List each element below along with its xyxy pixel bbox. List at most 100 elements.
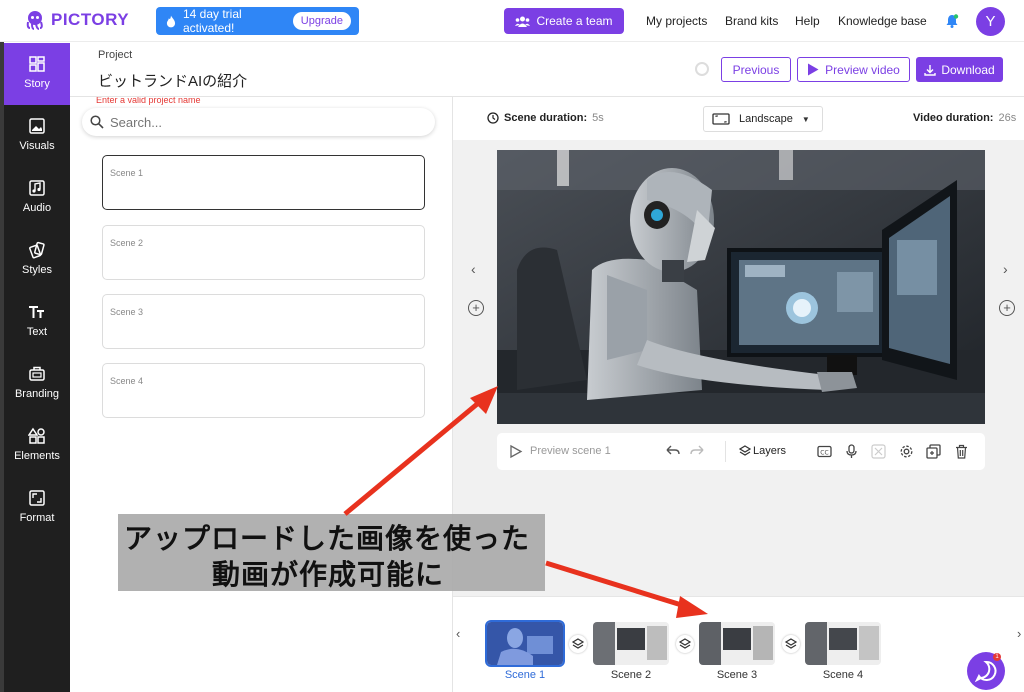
trial-banner: 14 day trial activated! Upgrade (156, 7, 359, 35)
scene-card-2[interactable]: Scene 2 (102, 225, 425, 280)
text-icon (29, 306, 44, 318)
preview-video-button[interactable]: Preview video (797, 57, 910, 82)
timeline-layers-icon[interactable] (569, 635, 587, 653)
sidebar-item-visuals[interactable]: Visuals (4, 105, 70, 167)
sidebar-item-audio[interactable]: Audio (4, 167, 70, 229)
timeline-label-4: Scene 4 (822, 669, 864, 681)
timeline-thumb-1[interactable] (485, 620, 565, 667)
timeline-label-3: Scene 3 (716, 669, 758, 681)
settings-gear-icon[interactable] (899, 444, 914, 459)
timeline-label-2: Scene 2 (610, 669, 652, 681)
thumbnail-image (593, 622, 669, 665)
sidebar-label-format: Format (19, 512, 55, 524)
sidebar-item-story[interactable]: Story (4, 43, 70, 105)
sidebar-label-branding: Branding (14, 388, 60, 400)
timeline-layers-icon[interactable] (782, 635, 800, 653)
timeline-label-1: Scene 1 (504, 669, 546, 681)
previous-button[interactable]: Previous (721, 57, 791, 82)
music-note-icon (29, 180, 45, 196)
sidebar-item-text[interactable]: Text (4, 291, 70, 353)
project-label: Project (98, 49, 133, 61)
nav-knowledge-base[interactable]: Knowledge base (838, 14, 927, 28)
play-outline-icon[interactable] (508, 444, 523, 459)
aspect-ratio-icon (29, 490, 45, 506)
scene-duration: Scene duration: 5s (487, 112, 604, 124)
scene-card-4[interactable]: Scene 4 (102, 363, 425, 418)
scene-card-label: Scene 4 (110, 376, 144, 386)
sidebar-label-story: Story (24, 78, 50, 90)
story-icon (29, 56, 45, 72)
timeline-thumb-3[interactable] (699, 622, 775, 665)
scene-preview-image[interactable] (497, 150, 985, 424)
thumbnail-image (699, 622, 775, 665)
chevron-right-icon[interactable]: › (1003, 261, 1008, 277)
video-duration: Video duration: 26s (913, 112, 1016, 124)
sidebar-label-styles: Styles (22, 264, 52, 276)
search-input[interactable] (110, 114, 360, 130)
chevron-left-icon[interactable]: ‹ (471, 261, 476, 277)
scene-card-1[interactable]: Scene 1 (102, 155, 425, 210)
thumbnail-image (805, 622, 881, 665)
timeline-right-icon[interactable]: › (1017, 626, 1021, 641)
create-team-button[interactable]: Create a team (504, 8, 624, 34)
sidebar-label-visuals: Visuals (19, 140, 55, 152)
team-icon (515, 16, 531, 27)
sidebar-label-elements: Elements (14, 450, 60, 462)
user-avatar[interactable]: Y (976, 7, 1005, 36)
scene-card-label: Scene 2 (110, 238, 144, 248)
orientation-dropdown[interactable]: Landscape ▼ (703, 106, 823, 132)
scene-duration-value: 5s (592, 112, 604, 124)
timeline-thumb-4[interactable] (805, 622, 881, 665)
nav-my-projects[interactable]: My projects (646, 14, 707, 28)
microphone-icon[interactable] (844, 444, 859, 459)
nav-brand-kits[interactable]: Brand kits (725, 14, 778, 28)
undo-icon[interactable] (665, 444, 680, 459)
upgrade-button[interactable]: Upgrade (292, 12, 351, 30)
notification-bell-icon[interactable] (944, 13, 960, 29)
timeline-left-icon[interactable]: ‹ (456, 626, 460, 641)
trash-icon[interactable] (954, 444, 969, 459)
header-divider (70, 96, 1024, 97)
add-scene-after-icon[interactable]: + (999, 300, 1015, 316)
duplicate-icon[interactable] (926, 444, 941, 459)
video-duration-value: 26s (998, 112, 1017, 124)
trial-text: 14 day trial activated! (182, 7, 242, 35)
video-duration-label: Video duration: (913, 112, 994, 124)
play-icon (808, 63, 819, 76)
sidebar-item-elements[interactable]: Elements (4, 415, 70, 477)
shapes-icon (28, 427, 45, 444)
sidebar-item-branding[interactable]: Branding (4, 353, 70, 415)
add-scene-before-icon[interactable]: + (468, 300, 484, 316)
orientation-value: Landscape (739, 113, 793, 125)
redo-icon[interactable] (690, 444, 705, 459)
timeline-layers-icon[interactable] (676, 635, 694, 653)
layers-icon (739, 445, 751, 456)
timeline-thumb-2[interactable] (593, 622, 669, 665)
loading-spinner-icon (695, 62, 709, 76)
chevron-down-icon: ▼ (801, 114, 810, 124)
thumbnail-image (487, 622, 563, 665)
project-name-input[interactable]: ビットランドAIの紹介 (98, 70, 247, 91)
sidebar-item-styles[interactable]: Styles (4, 229, 70, 291)
image-icon (29, 118, 45, 134)
landscape-icon (712, 113, 730, 125)
closed-caption-icon[interactable]: CC (817, 444, 832, 459)
sidebar-item-format[interactable]: Format (4, 477, 70, 539)
sidebar-label-audio: Audio (22, 202, 52, 214)
scene-duration-label: Scene duration: (504, 112, 588, 124)
search-icon (90, 115, 104, 129)
nav-help[interactable]: Help (795, 14, 820, 28)
layers-button[interactable]: Layers (753, 445, 786, 457)
toolbar-divider (725, 441, 726, 462)
download-button[interactable]: Download (916, 57, 1003, 82)
preview-scene-button[interactable]: Preview scene 1 (530, 445, 611, 457)
scene-card-label: Scene 3 (110, 307, 144, 317)
robot-at-computer-image (497, 150, 985, 424)
search-box[interactable] (82, 108, 435, 136)
create-team-label: Create a team (536, 14, 613, 28)
annotation-text-line1: アップロードした画像を使った (124, 523, 531, 554)
scissors-icon[interactable] (871, 444, 886, 459)
preview-video-label: Preview video (825, 62, 900, 77)
scene-card-3[interactable]: Scene 3 (102, 294, 425, 349)
pictory-logo[interactable]: PICTORY (24, 9, 129, 31)
